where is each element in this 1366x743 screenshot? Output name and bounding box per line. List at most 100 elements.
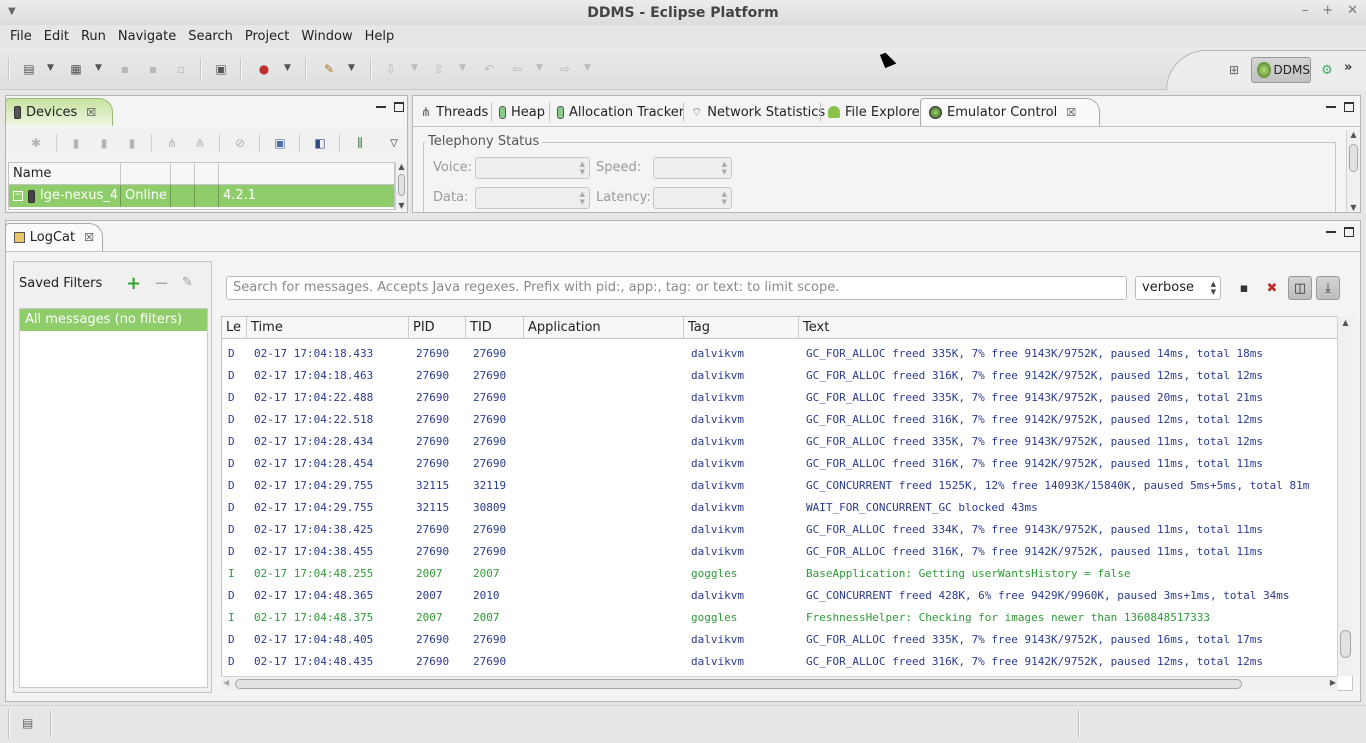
menu-search[interactable]: Search — [182, 29, 239, 44]
log-row[interactable]: D 02-17 17:04:38.425 27690 27690 dalvikvm GC_… — [222, 519, 1337, 541]
tab-heap[interactable]: Heap — [491, 98, 553, 126]
binary-icon[interactable]: ▣ — [212, 60, 230, 78]
column-4[interactable] — [195, 163, 219, 184]
log-row[interactable]: D 02-17 17:04:48.405 27690 27690 dalvikvm GC_… — [222, 629, 1337, 651]
forward-icon[interactable]: ⇨ — [556, 60, 574, 78]
minimize-icon[interactable]: – — [1302, 3, 1309, 18]
print-icon[interactable]: ▫ — [172, 60, 190, 78]
tab-logcat[interactable]: LogCat ☒ — [5, 223, 103, 251]
edit-filter-icon[interactable]: ✎ — [182, 275, 193, 290]
latency-select[interactable]: ▲ ▼ — [653, 187, 732, 209]
column-application[interactable]: Application — [524, 317, 684, 338]
ddms-perspective-button[interactable]: DDMS — [1251, 57, 1311, 83]
next-annotation-icon[interactable]: ⇩ — [382, 60, 400, 78]
log-row[interactable]: D 02-17 17:04:18.433 27690 27690 dalvikvm GC_… — [222, 343, 1337, 365]
remove-filter-icon[interactable]: − — [154, 273, 169, 294]
tools-dropdown-icon[interactable]: ▼ — [348, 63, 355, 73]
minimize-views-icon[interactable] — [1326, 98, 1336, 108]
maximize-views-icon[interactable] — [1344, 102, 1354, 112]
minimize-logcat-icon[interactable] — [1326, 223, 1336, 233]
log-row[interactable]: D 02-17 17:04:18.463 27690 27690 dalvikvm GC_… — [222, 365, 1337, 387]
dump-hprof-icon[interactable]: ▮ — [96, 135, 112, 151]
log-row[interactable]: D 02-17 17:04:29.755 32115 30809 dalvikvm WAI… — [222, 497, 1337, 519]
prev-annotation-icon[interactable]: ⇧ — [430, 60, 448, 78]
menu-file[interactable]: File — [4, 29, 38, 44]
update-heap-icon[interactable]: ▮ — [68, 135, 84, 151]
clear-log-icon[interactable]: ✖ — [1260, 276, 1284, 300]
forward-dropdown-icon[interactable]: ▼ — [584, 63, 591, 73]
scroll-up-icon[interactable]: ▲ — [396, 162, 407, 171]
new-project-icon[interactable]: ▦ — [67, 60, 85, 78]
log-row[interactable]: D 02-17 17:04:29.755 32115 32119 dalvikvm GC_… — [222, 475, 1337, 497]
save-icon[interactable]: ▪ — [116, 60, 134, 78]
tab-emulator-control[interactable]: Emulator Control ☒ — [920, 98, 1100, 126]
toggle-filter-pane-icon[interactable]: ◫ — [1288, 276, 1312, 300]
log-row[interactable]: D 02-17 17:04:48.435 27690 27690 dalvikvm GC_… — [222, 651, 1337, 673]
menu-edit[interactable]: Edit — [38, 29, 75, 44]
tab-threads[interactable]: ⋔ Threads — [413, 98, 496, 126]
data-select[interactable]: ▲ ▼ — [475, 187, 590, 209]
minimize-view-icon[interactable] — [376, 98, 386, 108]
open-perspective-icon[interactable]: ⊞ — [1225, 61, 1243, 79]
more-perspectives-icon[interactable]: » — [1344, 60, 1352, 75]
save-all-icon[interactable]: ▪ — [144, 60, 162, 78]
new-project-dropdown-icon[interactable]: ▼ — [95, 63, 102, 73]
menu-help[interactable]: Help — [359, 29, 401, 44]
log-level-select[interactable]: verbose ▲ ▼ — [1135, 276, 1221, 300]
maximize-view-icon[interactable] — [394, 102, 404, 112]
add-filter-icon[interactable]: + — [126, 273, 141, 294]
emulator-scroll-up-icon[interactable]: ▲ — [1347, 130, 1360, 139]
close-logcat-icon[interactable]: ☒ — [84, 231, 94, 244]
maximize-icon[interactable]: + — [1322, 3, 1333, 18]
column-time[interactable]: Time — [247, 317, 409, 338]
update-threads-icon[interactable]: ⋔ — [164, 135, 180, 151]
window-menu-icon[interactable]: ▼ — [8, 6, 16, 17]
logcat-hscrollbar[interactable]: ◀ ▶ — [221, 676, 1338, 691]
screen-capture-icon[interactable]: ▣ — [272, 135, 288, 151]
log-row[interactable]: D 02-17 17:04:22.488 27690 27690 dalvikvm GC_… — [222, 387, 1337, 409]
column-version[interactable] — [219, 163, 389, 184]
menu-run[interactable]: Run — [75, 29, 112, 44]
debug-process-icon[interactable]: ✱ — [28, 135, 44, 151]
logcat-hscroll-thumb[interactable] — [235, 679, 1242, 689]
menu-project[interactable]: Project — [239, 29, 295, 44]
tab-file-explorer[interactable]: File Explorer — [820, 98, 933, 126]
emulator-scroll-thumb[interactable] — [1349, 144, 1358, 172]
close-emulator-icon[interactable]: ☒ — [1066, 106, 1076, 119]
logcat-scroll-right-icon[interactable]: ▶ — [1330, 678, 1336, 687]
column-status[interactable] — [121, 163, 171, 184]
fast-view-icon[interactable]: ▤ — [22, 716, 33, 730]
column-tid[interactable]: TID — [466, 317, 524, 338]
logcat-scroll-up-icon[interactable]: ▲ — [1338, 318, 1353, 327]
close-devices-icon[interactable]: ☒ — [86, 106, 96, 119]
column-3[interactable] — [171, 163, 195, 184]
menu-window[interactable]: Window — [295, 29, 358, 44]
device-row[interactable]: − lge-nexus_4 Online 4.2.1 — [9, 185, 394, 207]
devices-scroll-thumb[interactable] — [398, 174, 405, 196]
column-text[interactable]: Text — [799, 317, 1337, 338]
opengl-trace-icon[interactable]: ⫼ — [352, 135, 368, 151]
debug-perspective-icon[interactable]: ⚙ — [1318, 61, 1336, 79]
logcat-scroll-left-icon[interactable]: ◀ — [223, 678, 229, 687]
stop-process-icon[interactable]: ⊘ — [232, 135, 248, 151]
debug-run-icon[interactable]: ● — [255, 60, 273, 78]
new-dropdown-icon[interactable]: ▼ — [47, 63, 54, 73]
column-level[interactable]: Le — [222, 317, 247, 338]
maximize-logcat-icon[interactable] — [1344, 227, 1354, 237]
emulator-scrollbar[interactable]: ▲ ▼ — [1346, 130, 1360, 212]
logcat-search-input[interactable]: Search for messages. Accepts Java regexe… — [226, 276, 1127, 300]
log-row[interactable]: D 02-17 17:04:38.455 27690 27690 dalvikvm GC_… — [222, 541, 1337, 563]
scroll-down-icon[interactable]: ▼ — [396, 201, 407, 210]
back-icon[interactable]: ⇦ — [508, 60, 526, 78]
column-pid[interactable]: PID — [409, 317, 466, 338]
back-dropdown-icon[interactable]: ▼ — [536, 63, 543, 73]
last-edit-icon[interactable]: ↶ — [480, 60, 498, 78]
column-name[interactable]: Name — [9, 163, 121, 184]
speed-select[interactable]: ▲ ▼ — [653, 157, 732, 179]
systrace-icon[interactable]: ◧ — [312, 135, 328, 151]
log-row[interactable]: I 02-17 17:04:48.375 2007 2007 goggles Freshn… — [222, 607, 1337, 629]
tab-devices[interactable]: Devices ☒ — [5, 98, 113, 126]
scroll-lock-icon[interactable]: ⤓ — [1316, 276, 1340, 300]
tools-icon[interactable]: ✎ — [320, 60, 338, 78]
menu-navigate[interactable]: Navigate — [112, 29, 182, 44]
